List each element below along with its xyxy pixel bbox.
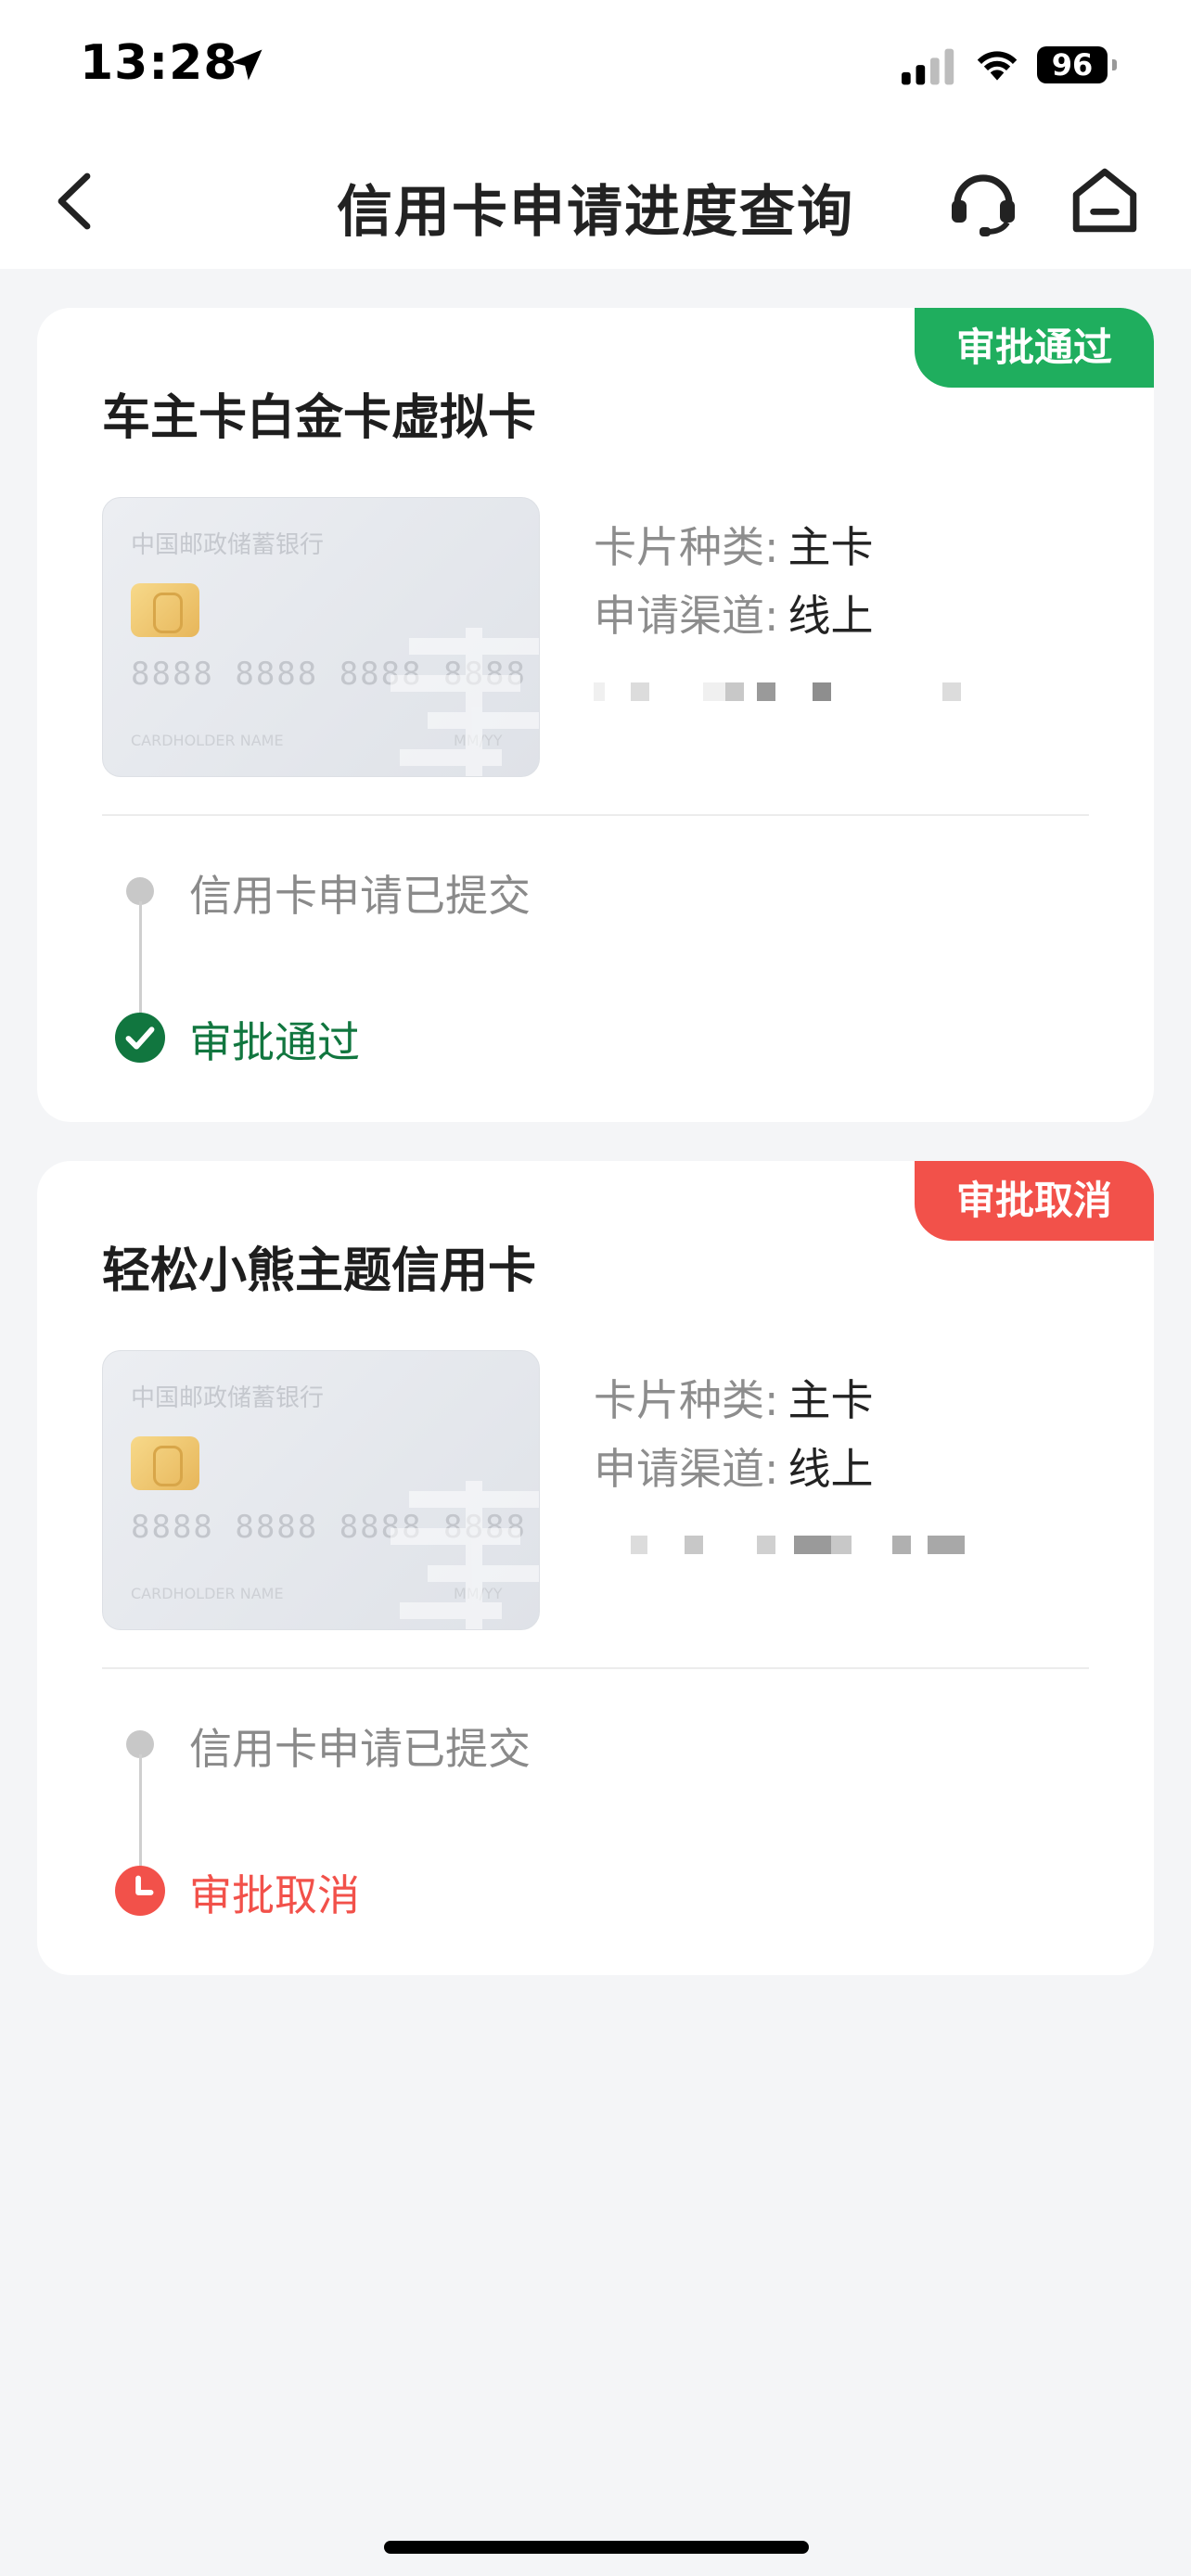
check-circle-icon <box>115 1013 165 1063</box>
card-type-row: 卡片种类: 主卡 <box>594 514 874 575</box>
timeline-line <box>139 901 142 1031</box>
status-badge-approved: 审批通过 <box>915 308 1154 388</box>
card-product-title: 车主卡白金卡虚拟卡 <box>102 390 537 446</box>
card-type-label: 卡片种类: <box>594 1375 779 1425</box>
card-chip-icon <box>131 1436 199 1490</box>
card-chip-icon <box>131 583 199 637</box>
card-type-value: 主卡 <box>788 1375 874 1425</box>
card-bank-name: 中国邮政储蓄银行 <box>131 531 325 559</box>
credit-card-image: 中国邮政储蓄银行 8888 8888 8888 8888 CARDHOLDER … <box>102 497 540 777</box>
divider <box>102 1667 1089 1669</box>
navigation-bar: 信用卡申请进度查询 <box>0 134 1191 269</box>
home-indicator[interactable] <box>384 2541 809 2554</box>
location-arrow-icon <box>231 49 263 81</box>
home-icon[interactable] <box>1067 161 1143 239</box>
channel-value: 线上 <box>788 1444 874 1494</box>
step-approved: 审批通过 <box>189 1017 360 1067</box>
customer-service-headset-icon[interactable] <box>946 163 1020 237</box>
card-type-label: 卡片种类: <box>594 522 779 572</box>
application-card[interactable]: 审批取消 轻松小熊主题信用卡 中国邮政储蓄银行 8888 8888 8888 8… <box>37 1161 1154 1975</box>
status-time: 13:28 <box>80 35 238 91</box>
card-type-value: 主卡 <box>788 522 874 572</box>
card-type-row: 卡片种类: 主卡 <box>594 1367 874 1428</box>
battery-level: 96 <box>1037 46 1108 83</box>
step-submitted: 信用卡申请已提交 <box>189 1724 531 1774</box>
channel-label: 申请渠道: <box>594 591 779 641</box>
channel-value: 线上 <box>788 591 874 641</box>
redacted-info <box>594 1536 1020 1558</box>
channel-row: 申请渠道: 线上 <box>594 1435 874 1497</box>
cellular-signal-icon <box>902 48 954 85</box>
wifi-icon <box>977 51 1018 81</box>
credit-card-image: 中国邮政储蓄银行 8888 8888 8888 8888 CARDHOLDER … <box>102 1350 540 1630</box>
channel-row: 申请渠道: 线上 <box>594 582 874 644</box>
clock-circle-icon <box>115 1866 165 1916</box>
cardholder-name: CARDHOLDER NAME <box>131 732 284 749</box>
status-badge-cancelled: 审批取消 <box>915 1161 1154 1241</box>
bank-logo-watermark-icon <box>391 1481 539 1629</box>
bank-logo-watermark-icon <box>391 628 539 776</box>
battery-indicator: 96 <box>1037 46 1117 83</box>
application-card[interactable]: 审批通过 车主卡白金卡虚拟卡 中国邮政储蓄银行 8888 8888 8888 8… <box>37 308 1154 1122</box>
card-product-title: 轻松小熊主题信用卡 <box>102 1243 537 1299</box>
channel-label: 申请渠道: <box>594 1444 779 1494</box>
card-bank-name: 中国邮政储蓄银行 <box>131 1384 325 1412</box>
divider <box>102 814 1089 816</box>
status-bar: 13:28 96 <box>0 0 1191 134</box>
cardholder-name: CARDHOLDER NAME <box>131 1585 284 1602</box>
step-cancelled: 审批取消 <box>189 1870 360 1920</box>
timeline-line <box>139 1754 142 1884</box>
redacted-info <box>594 682 1020 705</box>
step-submitted: 信用卡申请已提交 <box>189 871 531 921</box>
